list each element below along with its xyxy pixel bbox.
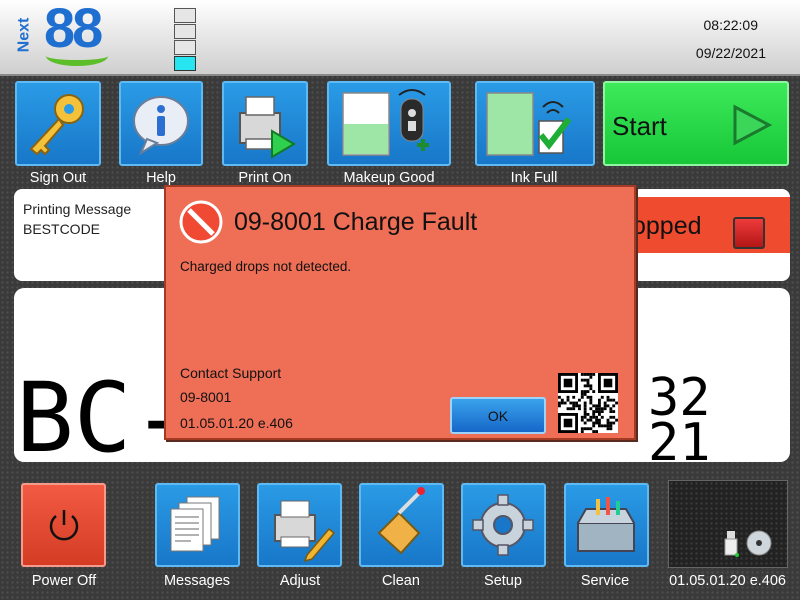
start-label: Start <box>612 111 667 141</box>
printing-message-heading: Printing Message <box>23 201 132 217</box>
service-label: Service <box>580 573 630 589</box>
ink-level-segment <box>174 8 196 23</box>
dialog-title: 09-8001 Charge Fault <box>234 208 478 236</box>
print-on-label: Print On <box>238 170 292 186</box>
print-on-button[interactable] <box>222 81 308 166</box>
ink-label: Ink Full <box>510 170 558 186</box>
power-off-label: Power Off <box>31 573 97 589</box>
fault-dialog: 09-8001 Charge Fault Charged drops not d… <box>164 185 636 440</box>
ink-level-segment <box>174 56 196 71</box>
messages-button[interactable] <box>155 483 240 567</box>
fault-code: 09-8001 <box>180 389 232 405</box>
play-icon <box>729 103 773 147</box>
status-indicator <box>733 217 765 249</box>
software-version: 01.05.01.20 e.406 <box>669 573 786 589</box>
gear-icon <box>463 485 544 565</box>
start-button[interactable]: Start <box>603 81 789 166</box>
qr-code-icon <box>558 373 618 433</box>
usb-icon <box>723 529 739 557</box>
service-button[interactable] <box>564 483 649 567</box>
info-icon <box>121 83 201 164</box>
firmware-version: 01.05.01.20 e.406 <box>180 415 293 431</box>
ok-button[interactable]: OK <box>450 397 546 434</box>
header-bar: 88 Next 08:22:09 09/22/2021 <box>0 0 800 76</box>
disc-icon <box>745 529 773 557</box>
toolbox-icon <box>566 485 647 565</box>
brand-logo: 88 Next <box>15 0 128 72</box>
clock-time: 08:22:09 <box>703 17 759 33</box>
power-icon <box>45 507 83 545</box>
clean-button[interactable] <box>359 483 444 567</box>
printer-pencil-icon <box>259 485 340 565</box>
printing-message-panel[interactable]: Printing Message BESTCODE <box>14 189 174 281</box>
contact-support-text: Contact Support <box>180 365 282 381</box>
error-icon <box>178 199 224 245</box>
ink-status-button[interactable] <box>475 81 595 166</box>
device-panel <box>668 480 788 568</box>
ink-level-icon <box>477 83 593 164</box>
adjust-button[interactable] <box>257 483 342 567</box>
logo-text: 88 <box>44 0 103 59</box>
makeup-level-icon <box>329 83 449 164</box>
power-off-button[interactable] <box>21 483 106 567</box>
printer-status-panel: opped <box>632 189 790 281</box>
dialog-description: Charged drops not detected. <box>180 259 352 274</box>
setup-button[interactable] <box>461 483 546 567</box>
status-text: opped <box>632 212 702 240</box>
logo-prefix: Next <box>15 17 33 53</box>
ink-level-segment <box>174 24 196 39</box>
ink-level-segment <box>174 40 196 55</box>
preview-line-bottom: 21 <box>648 413 711 462</box>
sign-out-button[interactable] <box>15 81 101 166</box>
makeup-status-button[interactable] <box>327 81 451 166</box>
key-icon <box>17 83 99 164</box>
bottle-icon <box>361 485 442 565</box>
makeup-label: Makeup Good <box>343 170 435 186</box>
ink-level-indicator <box>174 8 196 72</box>
printing-message-name: BESTCODE <box>23 221 101 237</box>
printer-play-icon <box>224 83 306 164</box>
help-button[interactable] <box>119 81 203 166</box>
clock-date: 09/22/2021 <box>695 45 766 61</box>
documents-icon <box>157 485 238 565</box>
